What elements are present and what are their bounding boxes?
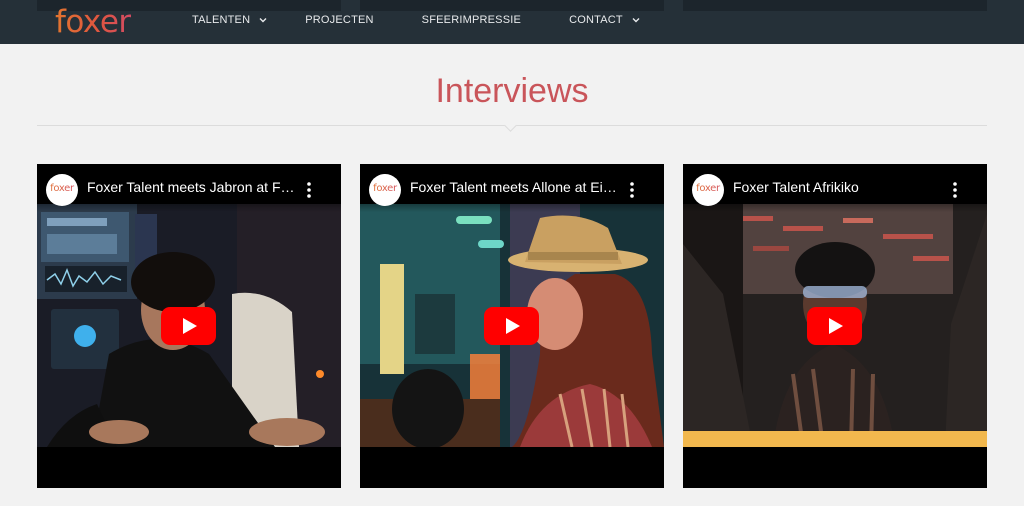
video-embed-2[interactable]: foxer Foxer Talent meets Allone at Eindh… [360,164,664,488]
video-title[interactable]: Foxer Talent Afrikiko [733,179,943,195]
chevron-down-icon [259,18,267,23]
channel-avatar[interactable]: foxer [692,174,724,206]
foxer-logo[interactable]: foxer [55,2,131,42]
video-embed-3[interactable]: foxer Foxer Talent Afrikiko [683,164,987,488]
youtube-play-icon[interactable] [807,307,862,345]
nav-top-strip [683,0,987,11]
video-title[interactable]: Foxer Talent meets Jabron at Foxer Talen… [87,179,297,195]
video-header: foxer Foxer Talent meets Jabron at Foxer… [37,164,341,212]
main-menu: TALENTEN PROJECTEN SFEERIMPRESSIE CONTAC… [192,0,640,44]
section-title: Interviews [435,72,589,110]
nav-item-label: CONTACT [569,14,623,26]
nav-item-sfeerimpressie[interactable]: SFEERIMPRESSIE [422,11,521,29]
chevron-down-icon [632,18,640,23]
channel-avatar[interactable]: foxer [369,174,401,206]
video-embed-1[interactable]: foxer Foxer Talent meets Jabron at Foxer… [37,164,341,488]
nav-item-label: PROJECTEN [305,14,374,26]
video-header: foxer Foxer Talent meets Allone at Eindh… [360,164,664,212]
video-header: foxer Foxer Talent Afrikiko [683,164,987,212]
nav-item-projecten[interactable]: PROJECTEN [305,11,373,29]
youtube-play-icon[interactable] [484,307,539,345]
nav-item-contact[interactable]: CONTACT [569,11,640,29]
youtube-play-icon[interactable] [161,307,216,345]
nav-item-label: SFEERIMPRESSIE [421,14,522,26]
top-navbar: foxer TALENTEN PROJECTEN SFEERIMPRESSIE … [0,0,1024,44]
video-title[interactable]: Foxer Talent meets Allone at Eindhoven [410,179,620,195]
more-vert-icon[interactable] [951,181,959,199]
more-vert-icon[interactable] [628,181,636,199]
more-vert-icon[interactable] [305,181,313,199]
divider-arrow [504,119,517,132]
nav-item-label: TALENTEN [192,14,251,26]
channel-avatar[interactable]: foxer [46,174,78,206]
nav-item-talenten[interactable]: TALENTEN [192,11,267,29]
